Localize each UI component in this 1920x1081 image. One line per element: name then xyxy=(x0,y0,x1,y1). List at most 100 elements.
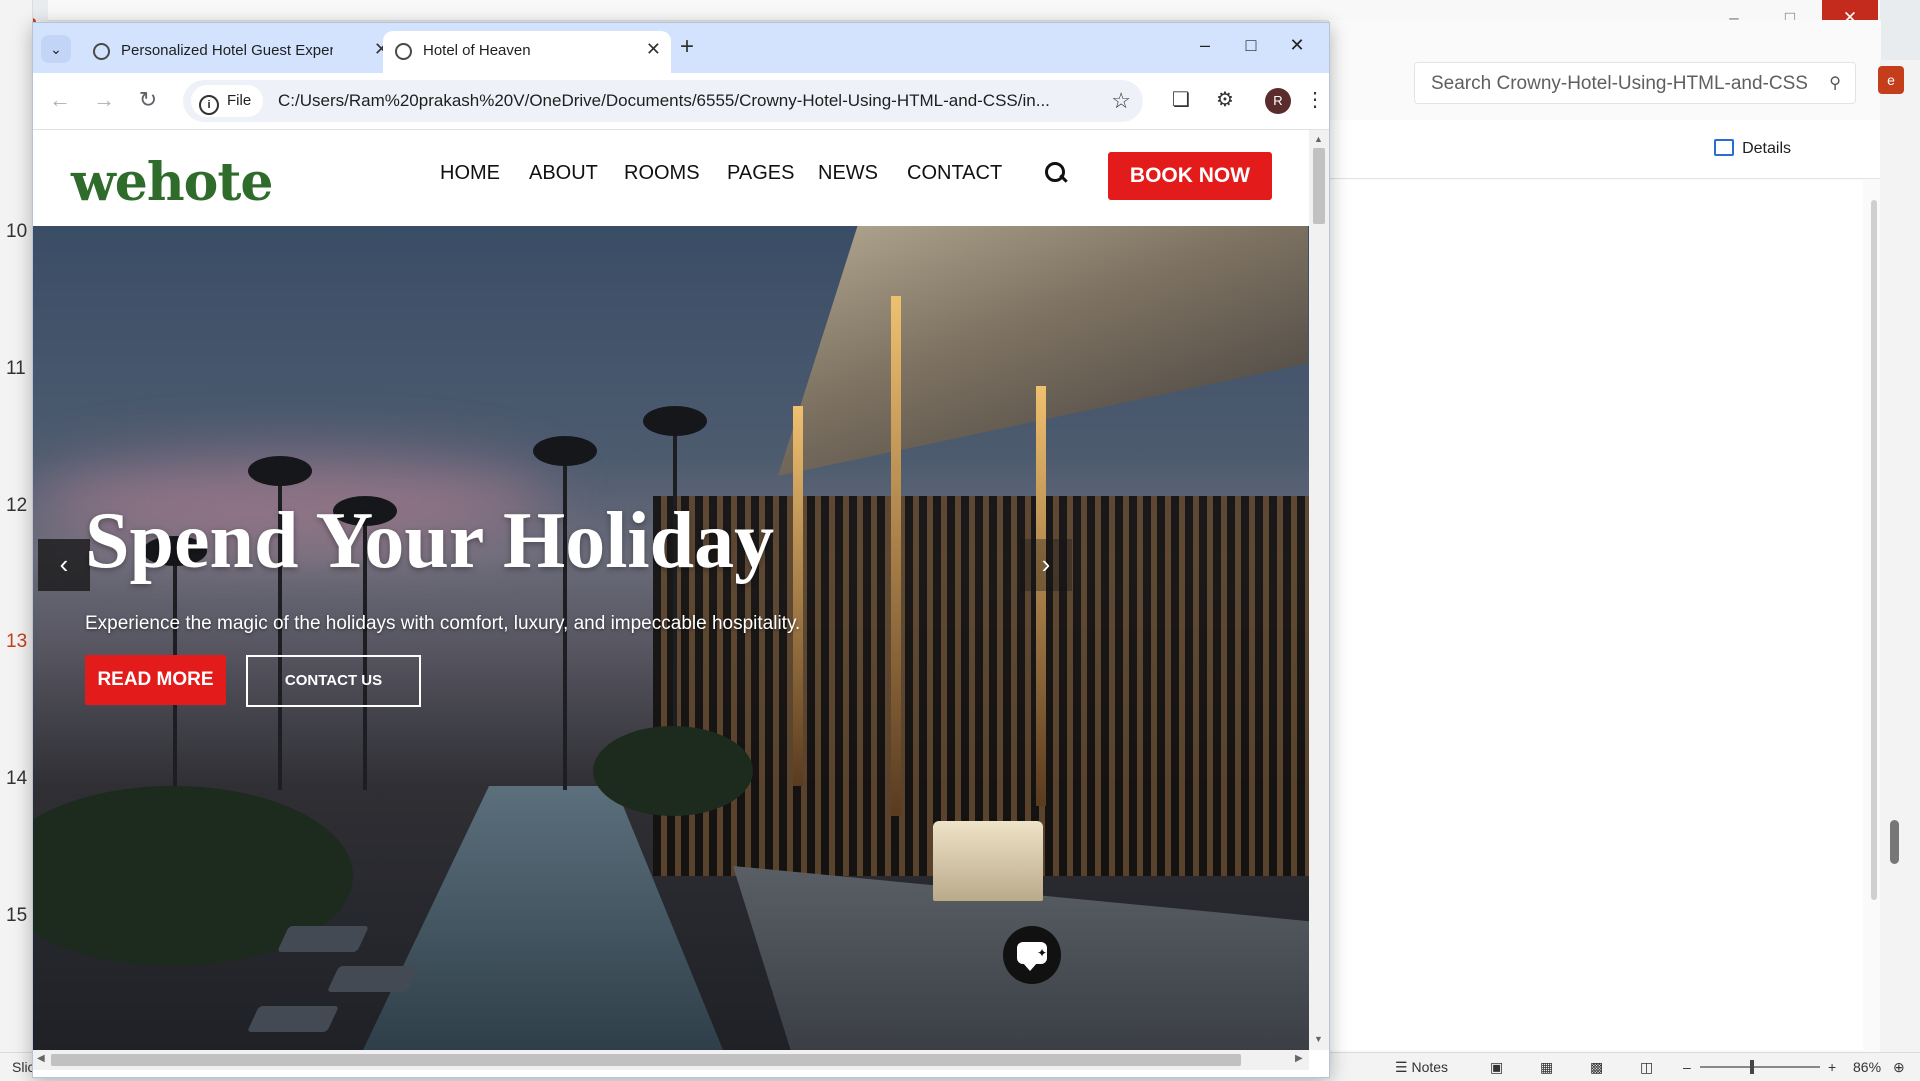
hero-subtitle: Experience the magic of the holidays wit… xyxy=(85,613,801,634)
chat-widget-button[interactable]: ✦ xyxy=(1003,926,1061,984)
read-more-button[interactable]: READ MORE xyxy=(85,655,226,705)
slide-number[interactable]: 15 xyxy=(6,905,27,927)
tab-title: Personalized Hotel Guest Experi xyxy=(121,42,333,59)
chatgpt-favicon-icon xyxy=(93,43,110,60)
nav-news[interactable]: NEWS xyxy=(818,162,878,185)
hero-image-lounger xyxy=(276,926,370,952)
globe-favicon-icon xyxy=(395,43,412,60)
reading-list-icon[interactable]: ❏ xyxy=(1167,87,1195,112)
explorer-search-input[interactable]: Search Crowny-Hotel-Using-HTML-and-CSS ⚲ xyxy=(1414,62,1856,104)
hero-slider: ‹ › Spend Your Holiday Experience the ma… xyxy=(33,226,1309,1050)
palm-frond xyxy=(533,436,597,466)
slide-number[interactable]: 11 xyxy=(6,358,26,380)
tab-search-button[interactable]: ⌄ xyxy=(41,35,71,63)
site-search-icon[interactable] xyxy=(1043,160,1069,186)
new-tab-icon[interactable]: + xyxy=(680,35,694,59)
scroll-down-icon[interactable]: ▼ xyxy=(1314,1034,1323,1044)
tab-hotel-of-heaven[interactable]: Hotel of Heaven ✕ xyxy=(383,31,671,73)
nav-contact[interactable]: CONTACT xyxy=(907,162,1002,185)
search-icon: ⚲ xyxy=(1829,75,1841,92)
page-vertical-scrollbar[interactable]: ▲ ▼ xyxy=(1309,130,1329,1050)
address-bar[interactable]: i File C:/Users/Ram%20prakash%20V/OneDriv… xyxy=(183,80,1143,122)
sparkle-icon: ✦ xyxy=(1037,946,1048,960)
chevron-down-icon: ⌄ xyxy=(50,41,62,57)
slide-number-active[interactable]: 13 xyxy=(6,631,27,653)
tab-title: Hotel of Heaven xyxy=(423,42,531,59)
fit-slide-icon[interactable]: ⊕ xyxy=(1893,1059,1905,1076)
close-window-icon[interactable]: ✕ xyxy=(1277,35,1317,56)
scroll-right-icon[interactable]: ▶ xyxy=(1295,1053,1303,1064)
explorer-content-pane xyxy=(1329,180,1863,1050)
slide-sorter-icon[interactable]: ▦ xyxy=(1540,1059,1553,1076)
nav-about[interactable]: ABOUT xyxy=(529,162,598,185)
explorer-toolbar: Details xyxy=(1329,120,1881,179)
tab-personalized-hotel[interactable]: Personalized Hotel Guest Experi ✕ xyxy=(81,31,399,73)
url-text[interactable]: C:/Users/Ram%20prakash%20V/OneDrive/Docu… xyxy=(278,91,1068,111)
browser-toolbar: ← → ↻ i File C:/Users/Ram%20prakash%20V/O… xyxy=(33,73,1329,130)
ppt-vertical-scrollbar[interactable] xyxy=(1888,200,1902,1030)
site-header: wehote HOME ABOUT ROOMS PAGES NEWS CONTA… xyxy=(33,130,1309,226)
extensions-puzzle-icon[interactable]: ⚙ xyxy=(1211,87,1239,112)
reload-icon[interactable]: ↻ xyxy=(133,87,163,113)
ppt-share-button[interactable]: e xyxy=(1878,66,1904,94)
details-label: Details xyxy=(1742,140,1791,157)
details-button[interactable]: Details xyxy=(1714,139,1791,158)
hero-image-lounger xyxy=(326,966,420,992)
normal-view-icon[interactable]: ▣ xyxy=(1490,1059,1503,1076)
slider-next-arrow[interactable]: › xyxy=(1020,539,1072,591)
zoom-in-icon[interactable]: + xyxy=(1828,1059,1836,1075)
slideshow-icon[interactable]: ◫ xyxy=(1640,1059,1653,1076)
page-horizontal-scrollbar[interactable]: ◀ ▶ xyxy=(33,1050,1309,1070)
page-viewport: wehote HOME ABOUT ROOMS PAGES NEWS CONTA… xyxy=(33,130,1309,1050)
maximize-icon[interactable]: □ xyxy=(1231,35,1271,56)
slide-number[interactable]: 14 xyxy=(6,768,27,790)
ppt-scroll-thumb[interactable] xyxy=(1890,820,1899,864)
slide-thumbnail-rail: 10 11 12 13 14 15 xyxy=(0,0,33,1080)
explorer-scrollbar[interactable] xyxy=(1871,200,1877,900)
file-explorer-window: Search Crowny-Hotel-Using-HTML-and-CSS ⚲… xyxy=(1328,20,1881,1052)
site-logo[interactable]: wehote xyxy=(71,152,273,213)
hero-image-table xyxy=(933,821,1043,901)
reading-view-icon[interactable]: ▩ xyxy=(1590,1059,1603,1076)
hero-image-lounger xyxy=(246,1006,340,1032)
page-hscroll-thumb[interactable] xyxy=(51,1054,1241,1066)
scroll-left-icon[interactable]: ◀ xyxy=(37,1053,45,1064)
hero-image-pillar xyxy=(793,406,803,786)
nav-rooms[interactable]: ROOMS xyxy=(624,162,700,185)
back-icon[interactable]: ← xyxy=(45,87,75,113)
contact-us-button[interactable]: CONTACT US xyxy=(246,655,421,707)
browser-window: ⌄ Personalized Hotel Guest Experi ✕ Hote… xyxy=(32,22,1330,1078)
kebab-menu-icon[interactable]: ⋮ xyxy=(1301,87,1329,112)
hero-title: Spend Your Holiday xyxy=(85,497,775,585)
chevron-right-icon: › xyxy=(1041,549,1051,579)
site-info-chip[interactable]: i File xyxy=(191,85,264,117)
zoom-level[interactable]: 86% xyxy=(1853,1059,1881,1075)
zoom-slider-thumb[interactable] xyxy=(1750,1060,1754,1074)
nav-home[interactable]: HOME xyxy=(440,162,500,185)
details-pane-icon xyxy=(1714,139,1735,156)
scroll-up-icon[interactable]: ▲ xyxy=(1314,134,1323,144)
hero-image-bush xyxy=(593,726,753,816)
profile-avatar[interactable]: R xyxy=(1265,88,1291,114)
zoom-out-icon[interactable]: – xyxy=(1683,1059,1691,1075)
notes-button[interactable]: ☰ Notes xyxy=(1395,1059,1448,1076)
book-now-button[interactable]: BOOK NOW xyxy=(1108,152,1272,200)
notes-label: Notes xyxy=(1411,1059,1449,1075)
zoom-slider[interactable] xyxy=(1700,1066,1820,1068)
info-icon: i xyxy=(199,95,219,115)
palm-frond xyxy=(248,456,312,486)
slider-prev-arrow[interactable]: ‹ xyxy=(38,539,90,591)
background-titlebar xyxy=(48,0,1880,21)
chevron-left-icon: ‹ xyxy=(59,549,69,579)
explorer-search-placeholder: Search Crowny-Hotel-Using-HTML-and-CSS xyxy=(1431,73,1808,94)
hero-image-pillar xyxy=(891,296,901,816)
page-scroll-thumb[interactable] xyxy=(1313,148,1325,224)
tab-strip: ⌄ Personalized Hotel Guest Experi ✕ Hote… xyxy=(33,23,1329,73)
nav-pages[interactable]: PAGES xyxy=(727,162,794,185)
slide-number[interactable]: 10 xyxy=(6,221,27,243)
close-tab-icon[interactable]: ✕ xyxy=(646,39,661,60)
slide-number[interactable]: 12 xyxy=(6,495,27,517)
bookmark-star-icon[interactable]: ☆ xyxy=(1111,88,1131,114)
minimize-icon[interactable]: – xyxy=(1185,35,1225,56)
forward-icon[interactable]: → xyxy=(89,87,119,113)
